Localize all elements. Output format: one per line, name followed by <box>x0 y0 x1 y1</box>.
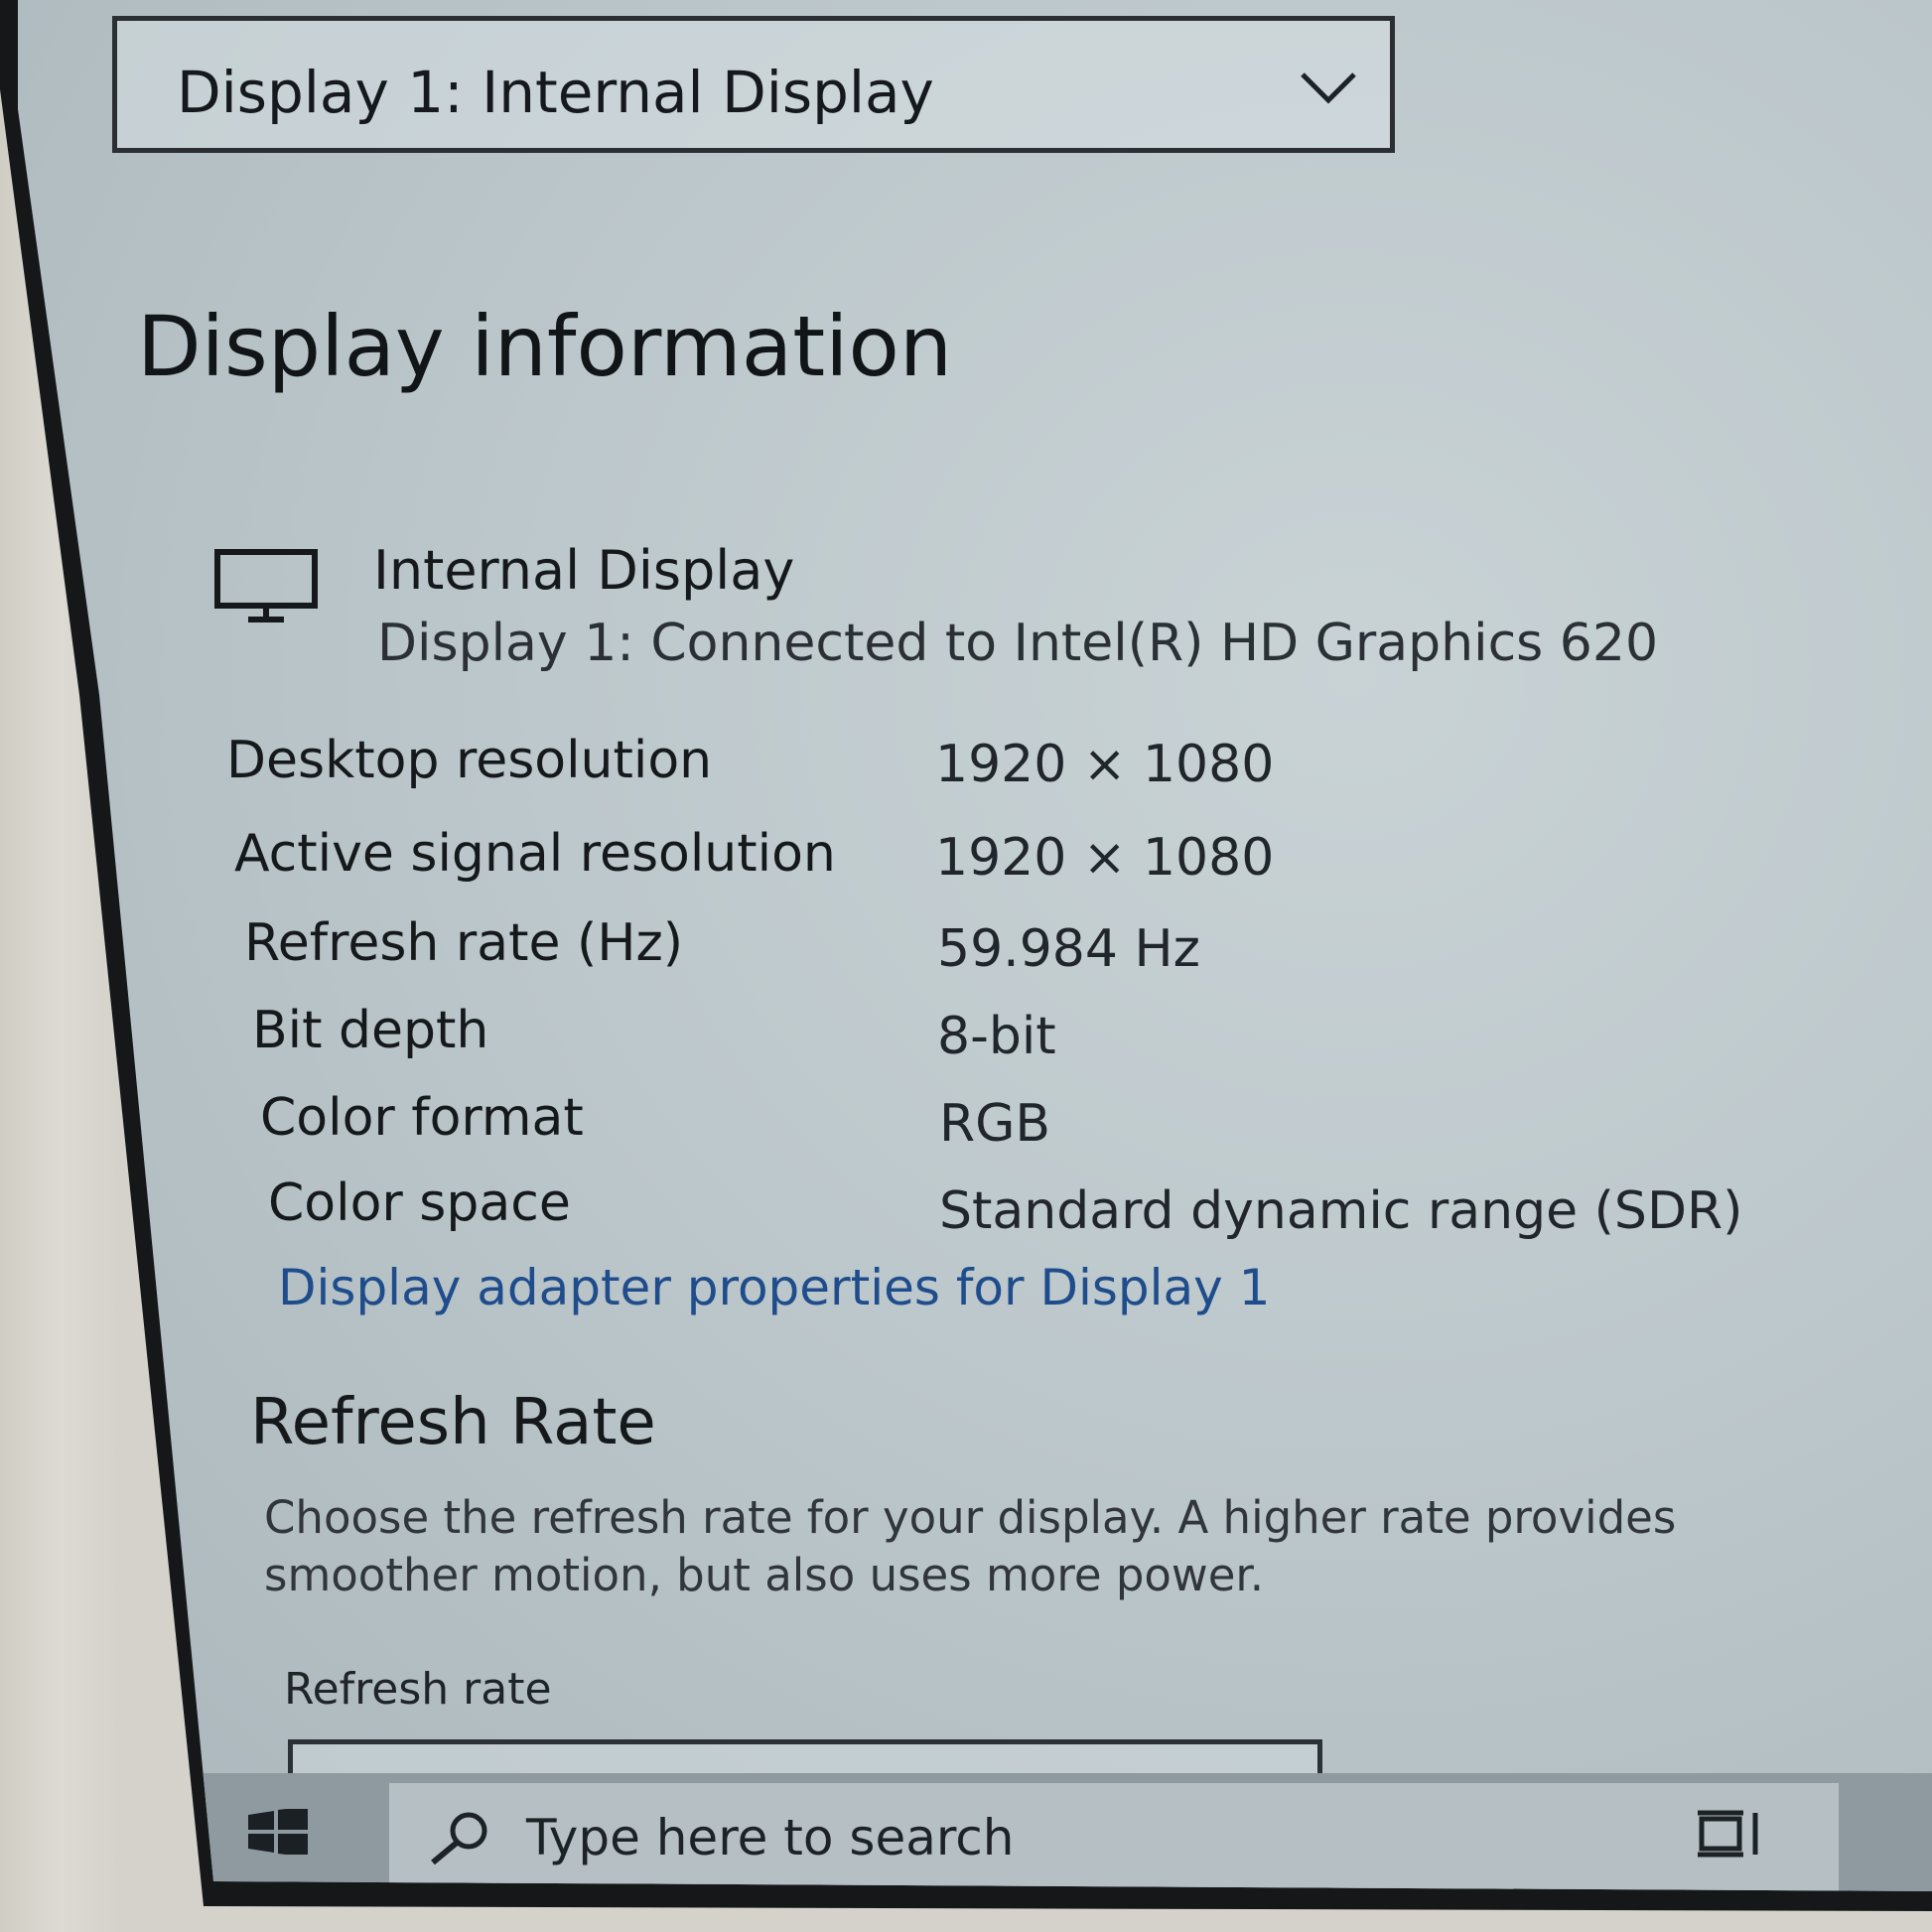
task-view-icon[interactable] <box>1698 1809 1767 1859</box>
refresh-rate-heading: Refresh Rate <box>250 1386 656 1459</box>
display-select-value: Display 1: Internal Display <box>177 59 934 126</box>
desktop-resolution-label: Desktop resolution <box>226 731 713 790</box>
active-signal-resolution-label: Active signal resolution <box>234 824 836 884</box>
color-space-label: Color space <box>268 1173 571 1233</box>
display-connection-info: Display 1: Connected to Intel(R) HD Grap… <box>377 614 1659 673</box>
refresh-rate-value: 59.984 Hz <box>937 919 1200 979</box>
refresh-rate-field-label: Refresh rate <box>284 1664 552 1715</box>
display-adapter-properties-link[interactable]: Display adapter properties for Display 1 <box>278 1259 1270 1316</box>
color-format-label: Color format <box>260 1088 584 1148</box>
desktop-resolution-value: 1920 × 1080 <box>935 735 1275 794</box>
settings-screen: Display 1: Internal Display Display info… <box>18 0 1932 1891</box>
search-icon <box>431 1812 487 1865</box>
color-space-value: Standard dynamic range (SDR) <box>939 1181 1743 1241</box>
windows-logo-icon[interactable] <box>248 1809 308 1855</box>
chevron-down-icon <box>1301 72 1356 104</box>
bit-depth-label: Bit depth <box>252 1001 489 1060</box>
taskbar: Type here to search <box>199 1773 1932 1891</box>
refresh-rate-label: Refresh rate (Hz) <box>244 913 684 973</box>
display-name: Internal Display <box>373 539 795 602</box>
taskbar-search-box[interactable]: Type here to search <box>389 1783 1839 1891</box>
refresh-rate-description: Choose the refresh rate for your display… <box>264 1491 1677 1601</box>
bit-depth-value: 8-bit <box>937 1007 1056 1066</box>
active-signal-resolution-value: 1920 × 1080 <box>935 828 1275 888</box>
color-format-value: RGB <box>939 1094 1051 1154</box>
display-select-dropdown[interactable]: Display 1: Internal Display <box>112 16 1395 153</box>
search-placeholder: Type here to search <box>526 1809 1015 1866</box>
photo-stage: Display 1: Internal Display Display info… <box>0 0 1932 1932</box>
display-information-title: Display information <box>137 298 953 395</box>
monitor-icon <box>214 549 318 622</box>
